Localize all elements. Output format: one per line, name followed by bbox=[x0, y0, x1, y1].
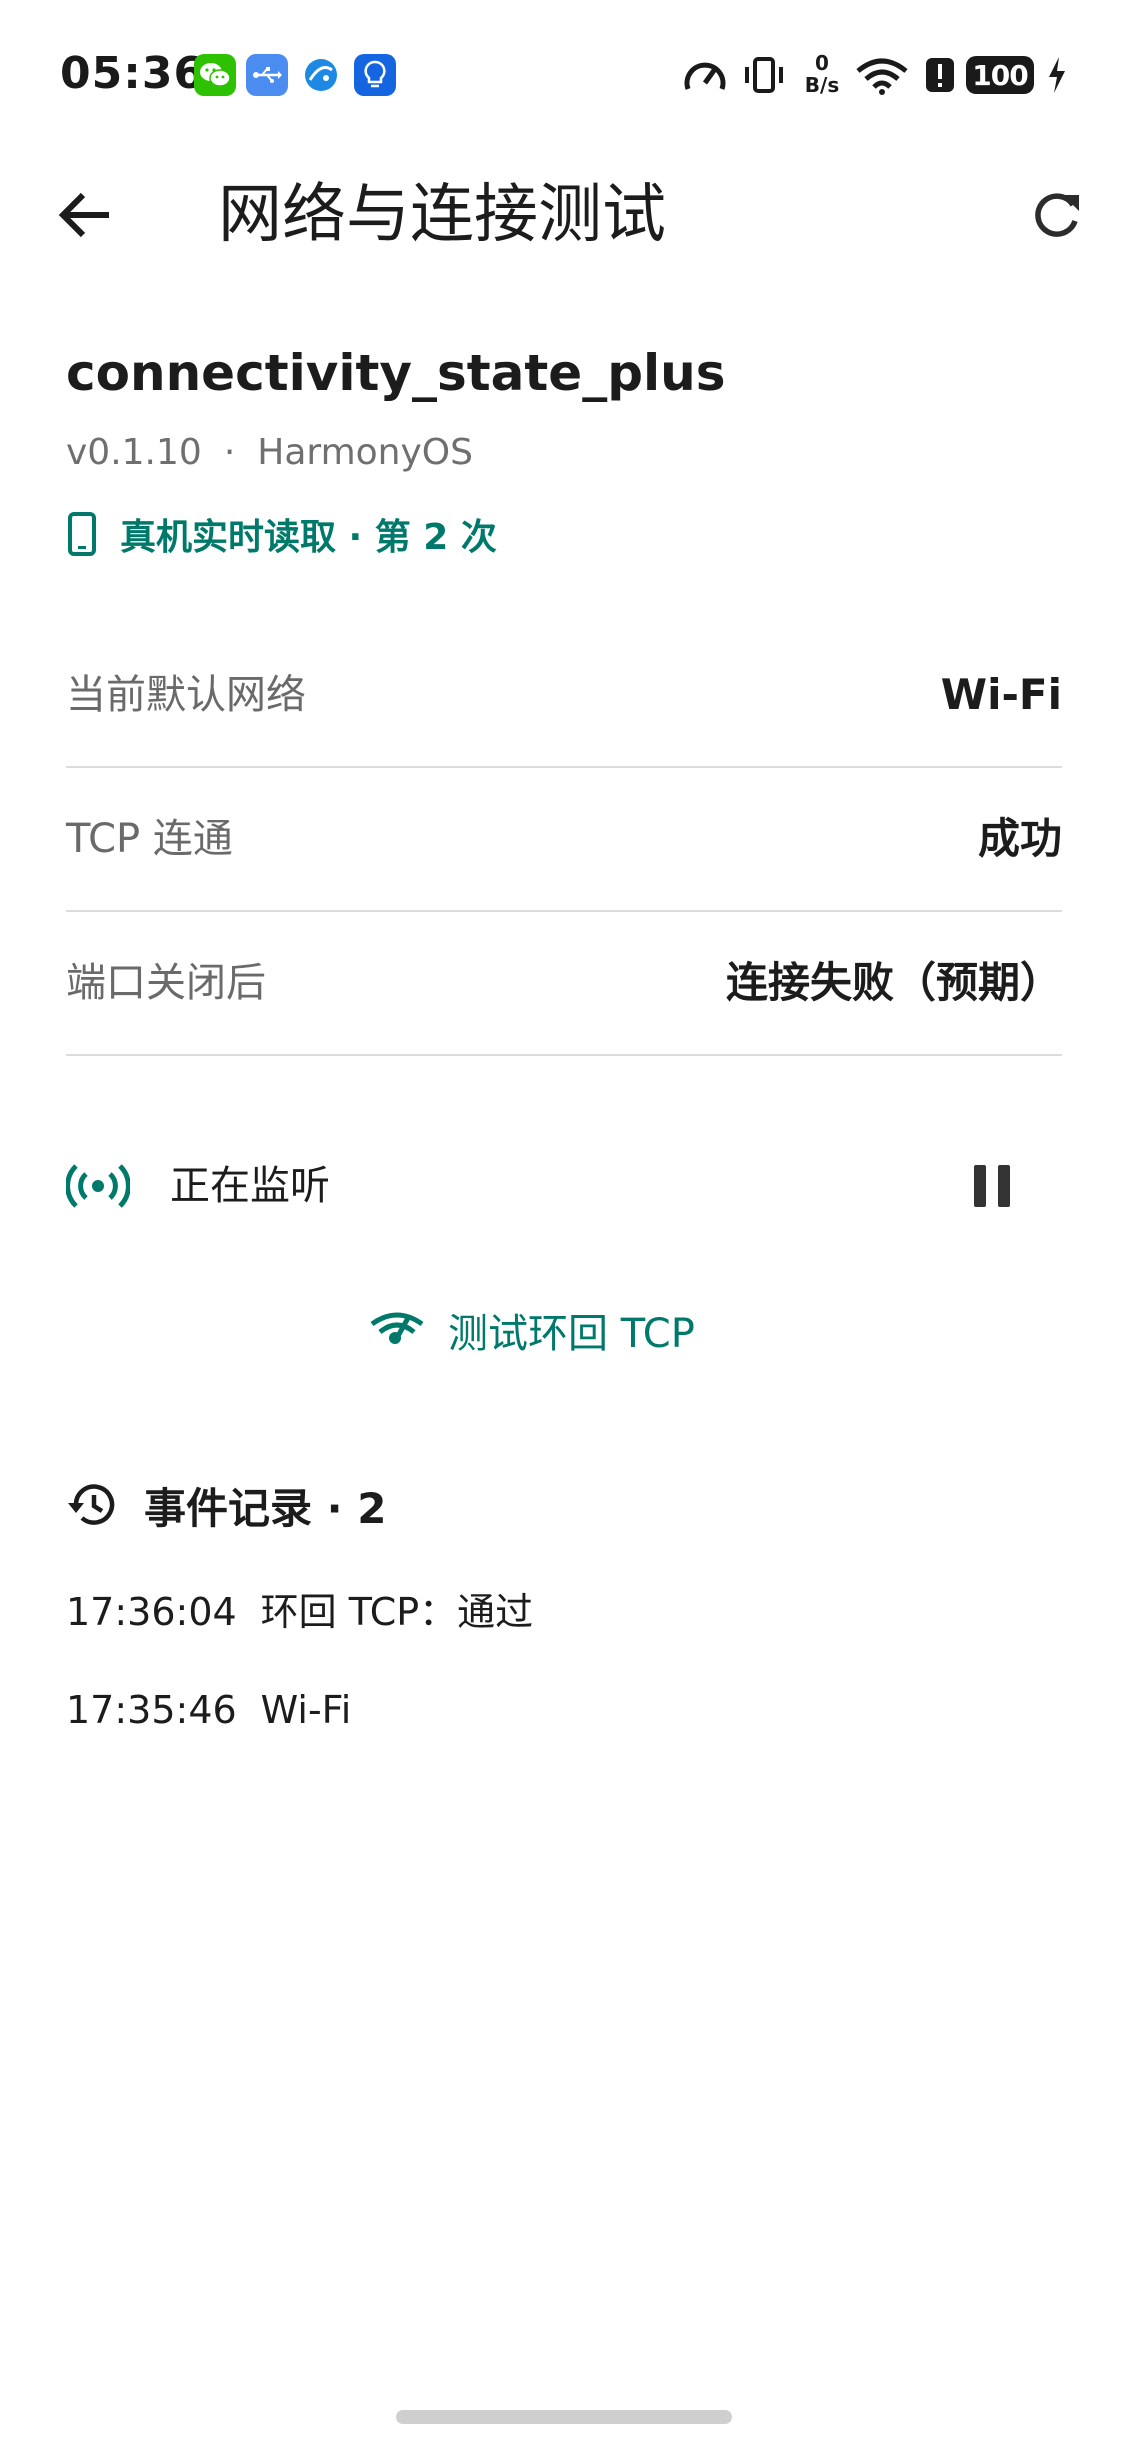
list-item: 17:36:04 环回 TCP：通过 bbox=[66, 1584, 533, 1640]
arrow-left-icon bbox=[58, 192, 109, 238]
pause-button[interactable] bbox=[952, 1146, 1032, 1226]
browser-icon bbox=[300, 54, 342, 96]
battery-level: 100 bbox=[966, 56, 1034, 94]
phone-icon bbox=[68, 512, 96, 556]
usb-icon bbox=[246, 54, 288, 96]
package-name: connectivity_state_plus bbox=[66, 344, 726, 402]
wechat-icon bbox=[194, 54, 236, 96]
event-text: Wi-Fi bbox=[260, 1688, 352, 1732]
row-tcp-connect: TCP 连通 成功 bbox=[66, 768, 1062, 912]
charging-icon bbox=[1044, 50, 1070, 100]
wifi-icon bbox=[852, 50, 912, 100]
events-title: 事件记录 · 2 bbox=[144, 1483, 387, 1533]
test-button-label: 测试环回 TCP bbox=[448, 1311, 695, 1357]
pause-icon bbox=[974, 1165, 1010, 1207]
refresh-icon bbox=[1035, 193, 1079, 237]
status-bar: 05:36 0 B/s 100 bbox=[0, 0, 1128, 150]
speed-unit: B/s bbox=[804, 73, 840, 97]
refresh-button[interactable] bbox=[1022, 180, 1092, 250]
row-label: 端口关闭后 bbox=[66, 960, 266, 1006]
lightbulb-app-icon bbox=[354, 54, 396, 96]
events-header: 事件记录 · 2 bbox=[66, 1470, 386, 1540]
event-text: 环回 TCP：通过 bbox=[260, 1590, 534, 1634]
device-read-indicator: 真机实时读取 · 第 2 次 bbox=[66, 506, 497, 562]
back-button[interactable] bbox=[50, 180, 120, 250]
row-value: 成功 bbox=[977, 814, 1062, 863]
row-label: 当前默认网络 bbox=[66, 672, 306, 718]
package-version: v0.1.10 bbox=[66, 432, 202, 473]
speedometer-icon bbox=[680, 50, 730, 100]
package-meta: v0.1.10 · HarmonyOS bbox=[66, 428, 473, 478]
network-check-icon bbox=[370, 1312, 424, 1344]
home-indicator[interactable] bbox=[396, 2410, 732, 2424]
test-loopback-tcp-button[interactable]: 测试环回 TCP bbox=[370, 1290, 695, 1370]
device-read-text: 真机实时读取 · 第 2 次 bbox=[120, 517, 497, 558]
event-time: 17:35:46 bbox=[66, 1688, 237, 1732]
row-label: TCP 连通 bbox=[66, 816, 233, 862]
row-value: 连接失败（预期） bbox=[725, 958, 1062, 1007]
listening-label: 正在监听 bbox=[170, 1163, 330, 1209]
alert-icon bbox=[922, 50, 958, 100]
page-title: 网络与连接测试 bbox=[218, 178, 666, 252]
meta-separator: · bbox=[223, 432, 236, 473]
row-default-network: 当前默认网络 Wi-Fi bbox=[66, 624, 1062, 768]
broadcast-icon bbox=[66, 1158, 130, 1214]
package-platform: HarmonyOS bbox=[257, 432, 473, 473]
row-port-closed: 端口关闭后 连接失败（预期） bbox=[66, 912, 1062, 1056]
network-speed: 0 B/s bbox=[800, 52, 844, 96]
speed-value: 0 bbox=[815, 51, 829, 75]
event-time: 17:36:04 bbox=[66, 1590, 237, 1634]
row-value: Wi-Fi bbox=[940, 670, 1062, 719]
vibrate-icon bbox=[740, 50, 788, 100]
status-time: 05:36 bbox=[60, 48, 206, 99]
list-item: 17:35:46 Wi-Fi bbox=[66, 1682, 351, 1738]
history-icon bbox=[68, 1484, 115, 1525]
